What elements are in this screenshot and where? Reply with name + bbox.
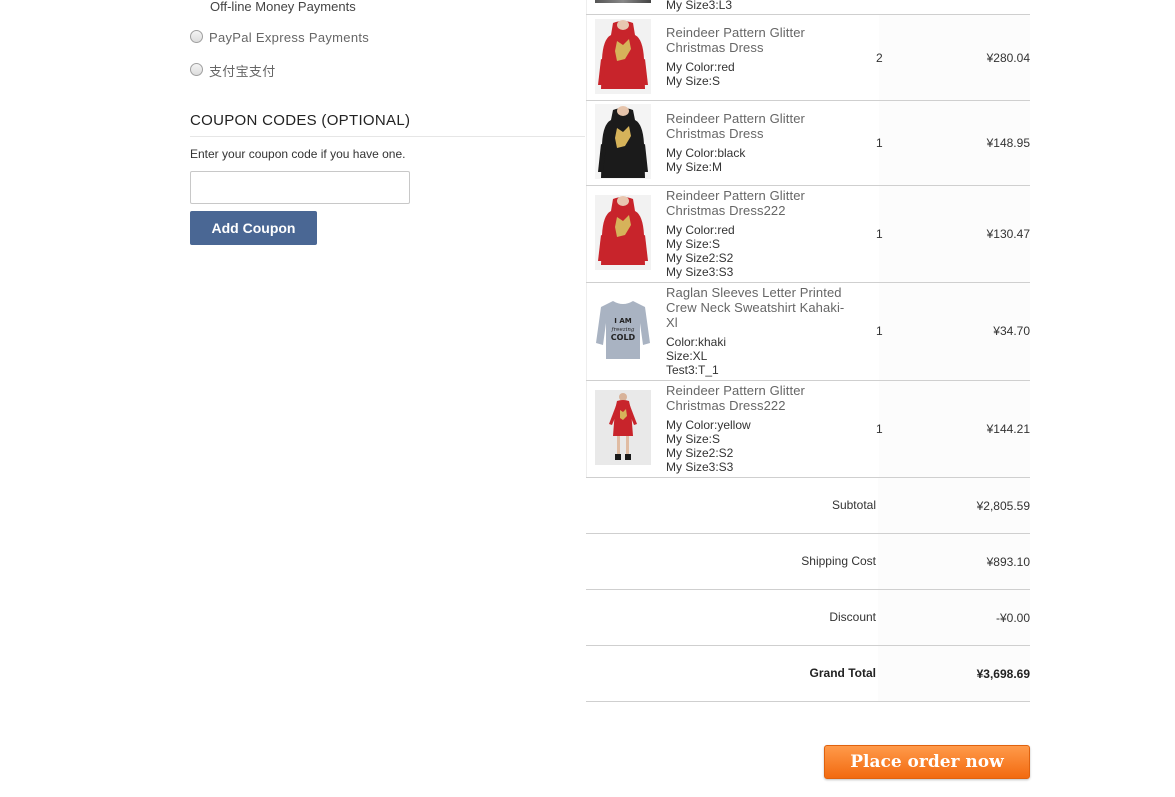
item-quantity: 2 (876, 51, 883, 65)
item-attribute: My Size2:S2 (666, 446, 734, 460)
item-attribute: My Size2:S2 (666, 251, 734, 265)
sweatshirt-print-line: I AM (614, 317, 631, 325)
payment-option-label: PayPal Express Payments (209, 30, 370, 45)
item-price: ¥280.04 (986, 51, 1030, 65)
item-attribute: My Size3:S3 (666, 460, 734, 474)
product-name[interactable]: Reindeer Pattern Glitter Christmas Dress (666, 111, 851, 141)
item-attribute: My Color:red (666, 223, 735, 237)
grey-sweatshirt-image[interactable]: I AM freezing COLD (595, 293, 651, 368)
item-attribute: My Size:M (666, 160, 723, 174)
subtotal-value: ¥2,805.59 (976, 499, 1030, 513)
table-row: My Size3:L3 (586, 0, 1030, 15)
product-name[interactable]: Reindeer Pattern Glitter Christmas Dress (666, 25, 851, 55)
subtotal-label: Subtotal (831, 498, 876, 512)
product-name[interactable]: Reindeer Pattern Glitter Christmas Dress… (666, 188, 851, 218)
item-attribute: My Size:S (666, 74, 721, 88)
table-row: Reindeer Pattern Glitter Christmas Dress… (586, 15, 1030, 101)
item-quantity: 1 (876, 136, 883, 150)
red-reindeer-dress-image[interactable] (595, 195, 651, 270)
product-info: Reindeer Pattern Glitter Christmas Dress… (666, 25, 851, 88)
discount-row: Discount -¥0.00 (586, 590, 1030, 646)
table-row: Reindeer Pattern Glitter Christmas Dress… (586, 186, 1030, 283)
discount-value: -¥0.00 (995, 611, 1030, 625)
sweatshirt-print-line: COLD (611, 333, 636, 342)
grand-total-row: Grand Total ¥3,698.69 (586, 646, 1030, 702)
shipping-value: ¥893.10 (986, 555, 1030, 569)
item-attribute: My Color:red (666, 60, 735, 74)
product-info: Reindeer Pattern Glitter Christmas Dress… (666, 188, 851, 279)
item-attribute: My Size:S (666, 237, 721, 251)
item-attribute: Test3:T_1 (666, 363, 719, 377)
payment-offline-label: Off-line Money Payments (210, 0, 356, 14)
item-price: ¥130.47 (986, 227, 1030, 241)
item-attribute: Size:XL (666, 349, 708, 363)
product-name[interactable]: Reindeer Pattern Glitter Christmas Dress… (666, 383, 851, 413)
add-coupon-button[interactable]: Add Coupon (190, 211, 317, 245)
product-info: Reindeer Pattern Glitter Christmas Dress… (666, 111, 851, 174)
item-attribute: Color:khaki (666, 335, 727, 349)
radio-button[interactable] (190, 63, 203, 76)
item-price: ¥34.70 (993, 324, 1030, 338)
item-price: ¥148.95 (986, 136, 1030, 150)
item-attribute: My Size:S (666, 432, 721, 446)
table-row: I AM freezing COLD Raglan Sleeves Letter… (586, 283, 1030, 381)
coupon-section-title: COUPON CODES (OPTIONAL) (190, 112, 585, 137)
shipping-row: Shipping Cost ¥893.10 (586, 534, 1030, 590)
payment-option-paypal[interactable]: PayPal Express Payments (190, 30, 369, 45)
table-row: Reindeer Pattern Glitter Christmas Dress… (586, 381, 1030, 478)
red-reindeer-dress-image[interactable] (595, 19, 651, 94)
item-quantity: 1 (876, 227, 883, 241)
coupon-code-input[interactable] (190, 171, 410, 204)
item-attribute: My Size3:S3 (666, 265, 734, 279)
item-price: ¥144.21 (986, 422, 1030, 436)
grand-total-value: ¥3,698.69 (976, 667, 1030, 681)
red-dress-full-body-image[interactable] (595, 390, 651, 465)
item-quantity: 1 (876, 324, 883, 338)
coupon-hint: Enter your coupon code if you have one. (190, 147, 406, 161)
payment-option-label: 支付宝支付 (209, 64, 276, 79)
product-info: Reindeer Pattern Glitter Christmas Dress… (666, 383, 851, 474)
black-reindeer-dress-image[interactable] (595, 104, 651, 179)
item-attribute: My Size3:L3 (666, 0, 733, 12)
table-row: Reindeer Pattern Glitter Christmas Dress… (586, 101, 1030, 186)
discount-label: Discount (829, 610, 876, 624)
item-attribute: My Color:black (666, 146, 746, 160)
radio-button[interactable] (190, 30, 203, 43)
product-image (595, 0, 651, 3)
item-attribute: My Color:yellow (666, 418, 751, 432)
payment-option-alipay[interactable]: 支付宝支付 (190, 61, 276, 80)
shipping-label: Shipping Cost (801, 554, 876, 568)
subtotal-row: Subtotal ¥2,805.59 (586, 478, 1030, 534)
place-order-button[interactable]: Place order now (824, 745, 1030, 779)
product-info: Raglan Sleeves Letter Printed Crew Neck … (666, 285, 851, 377)
product-name[interactable]: Raglan Sleeves Letter Printed Crew Neck … (666, 285, 851, 330)
item-quantity: 1 (876, 422, 883, 436)
grand-total-label: Grand Total (809, 666, 876, 680)
